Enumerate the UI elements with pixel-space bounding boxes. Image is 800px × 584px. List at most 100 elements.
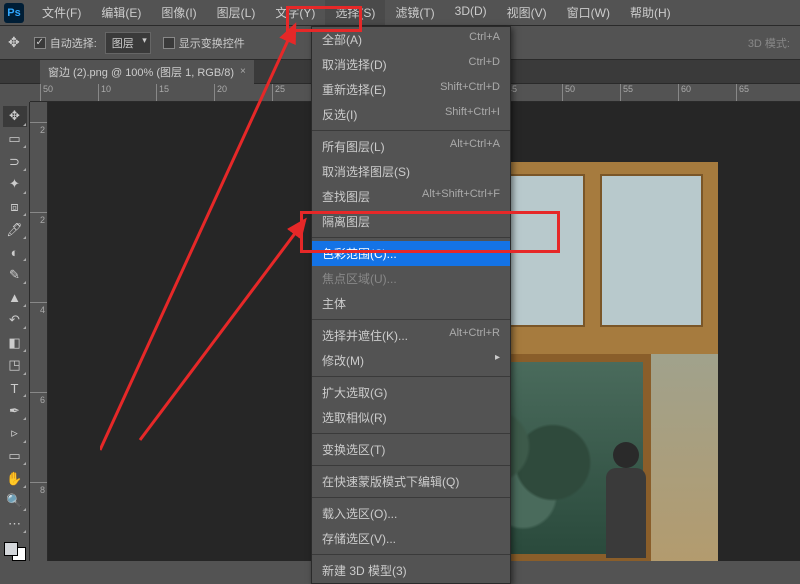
ruler-tick: 8	[30, 482, 47, 495]
menu-item-shortcut: Shift+Ctrl+D	[440, 81, 500, 98]
menu-item-label: 色彩范围(C)...	[322, 245, 397, 262]
tab-title: 窗边 (2).png @ 100% (图层 1, RGB/8)	[48, 64, 234, 80]
move-icon: ✥	[8, 34, 20, 51]
menu-item-0[interactable]: 文件(F)	[32, 0, 91, 25]
menubar: Ps 文件(F)编辑(E)图像(I)图层(L)文字(Y)选择(S)滤镜(T)3D…	[0, 0, 800, 26]
menu-item-shortcut: Alt+Ctrl+A	[450, 138, 500, 155]
select-menu-dropdown: 全部(A) Ctrl+A 取消选择(D)Ctrl+D重新选择(E)Shift+Ctr…	[311, 26, 511, 584]
menu-item-7[interactable]: 3D(D)	[445, 0, 497, 25]
menu-item-8[interactable]: 视图(V)	[497, 0, 557, 25]
healing-tool[interactable]: ◐	[3, 242, 27, 263]
menu-item-label: 反选(I)	[322, 106, 357, 123]
menu-item-17[interactable]: 扩大选取(G)	[312, 380, 510, 405]
hand-tool[interactable]: ✋	[3, 468, 27, 489]
ruler-tick: 60	[678, 84, 691, 101]
shape-tool[interactable]: ▭	[3, 446, 27, 467]
eraser-tool[interactable]: ◧	[3, 332, 27, 353]
toolbar: ✥▭⊃✦⧈🖊◐✎▲↶◧◳T✒▹▭✋🔍⋯	[0, 102, 30, 561]
ruler-tick: 10	[98, 84, 111, 101]
text-tool[interactable]: T	[3, 378, 27, 399]
menu-item-label: 主体	[322, 295, 346, 312]
stamp-tool[interactable]: ▲	[3, 287, 27, 308]
menu-item-label: 全部(A)	[322, 31, 362, 48]
document-tab[interactable]: 窗边 (2).png @ 100% (图层 1, RGB/8) ×	[40, 60, 254, 84]
menu-item-label: 取消选择图层(S)	[322, 163, 410, 180]
foreground-color[interactable]	[4, 542, 18, 556]
menu-item-24[interactable]: 载入选区(O)...	[312, 501, 510, 526]
menu-separator	[312, 237, 510, 238]
menu-item-10[interactable]: 帮助(H)	[620, 0, 681, 25]
ruler-tick: 2	[30, 122, 47, 135]
show-transform-checkbox[interactable]	[163, 37, 175, 49]
crop-tool[interactable]: ⧈	[3, 197, 27, 218]
menu-item-20[interactable]: 变换选区(T)	[312, 437, 510, 462]
menu-item-shortcut: Ctrl+A	[469, 31, 500, 48]
menu-item-22[interactable]: 在快速蒙版模式下编辑(Q)	[312, 469, 510, 494]
ps-logo: Ps	[4, 3, 24, 23]
menu-item-4[interactable]: 文字(Y)	[265, 0, 325, 25]
menu-item-shortcut: Alt+Shift+Ctrl+F	[422, 188, 500, 205]
menu-item-shortcut: Ctrl+D	[469, 56, 500, 73]
menu-item-8[interactable]: 隔离图层	[312, 209, 510, 234]
menu-item-label: 存储选区(V)...	[322, 530, 396, 547]
menu-separator	[312, 465, 510, 466]
menu-item-label: 在快速蒙版模式下编辑(Q)	[322, 473, 459, 490]
history-brush-tool[interactable]: ↶	[3, 310, 27, 331]
auto-select-label: 自动选择:	[50, 35, 97, 51]
menu-item-0[interactable]: 全部(A) Ctrl+A	[312, 27, 510, 52]
more-tool[interactable]: ⋯	[3, 514, 27, 535]
ruler-tick: 65	[736, 84, 749, 101]
menu-item-2[interactable]: 重新选择(E)Shift+Ctrl+D	[312, 77, 510, 102]
menu-item-5[interactable]: 选择(S)	[325, 0, 385, 25]
menu-item-3[interactable]: 图层(L)	[207, 0, 266, 25]
show-transform-label: 显示变换控件	[179, 35, 245, 51]
gradient-tool[interactable]: ◳	[3, 355, 27, 376]
magic-wand-tool[interactable]: ✦	[3, 174, 27, 195]
lasso-tool[interactable]: ⊃	[3, 151, 27, 172]
layer-target-dropdown[interactable]: 图层	[105, 32, 151, 54]
eyedropper-tool[interactable]: 🖊	[3, 219, 27, 240]
move-tool[interactable]: ✥	[3, 106, 27, 127]
ruler-tick: 4	[30, 302, 47, 315]
menu-item-14[interactable]: 选择并遮住(K)...Alt+Ctrl+R	[312, 323, 510, 348]
ruler-tick: 15	[156, 84, 169, 101]
menu-item-5[interactable]: 所有图层(L) Alt+Ctrl+A	[312, 134, 510, 159]
ruler-tick: 55	[620, 84, 633, 101]
pen-tool[interactable]: ✒	[3, 400, 27, 421]
menu-separator	[312, 497, 510, 498]
menu-item-18[interactable]: 选取相似(R)	[312, 405, 510, 430]
menu-item-27[interactable]: 新建 3D 模型(3)	[312, 558, 510, 583]
menu-item-25[interactable]: 存储选区(V)...	[312, 526, 510, 551]
menu-item-label: 所有图层(L)	[322, 138, 385, 155]
menu-item-label: 扩大选取(G)	[322, 384, 387, 401]
path-select-tool[interactable]: ▹	[3, 423, 27, 444]
ruler-tick: 6	[30, 392, 47, 405]
menu-item-10[interactable]: 色彩范围(C)...	[312, 241, 510, 266]
menu-separator	[312, 376, 510, 377]
menu-item-9[interactable]: 窗口(W)	[557, 0, 620, 25]
menu-item-1[interactable]: 编辑(E)	[91, 0, 151, 25]
menu-item-7[interactable]: 查找图层Alt+Shift+Ctrl+F	[312, 184, 510, 209]
marquee-tool[interactable]: ▭	[3, 129, 27, 150]
menu-item-15[interactable]: 修改(M)	[312, 348, 510, 373]
menu-item-label: 新建 3D 模型(3)	[322, 562, 407, 579]
menu-separator	[312, 554, 510, 555]
zoom-tool[interactable]: 🔍	[3, 491, 27, 512]
menu-item-3[interactable]: 反选(I) Shift+Ctrl+I	[312, 102, 510, 127]
menu-item-2[interactable]: 图像(I)	[151, 0, 206, 25]
menu-item-1[interactable]: 取消选择(D)Ctrl+D	[312, 52, 510, 77]
auto-select-checkbox[interactable]	[34, 37, 46, 49]
menu-item-label: 选择并遮住(K)...	[322, 327, 408, 344]
tab-close-icon[interactable]: ×	[240, 66, 246, 77]
menu-item-shortcut: Shift+Ctrl+I	[445, 106, 500, 123]
menu-item-label: 变换选区(T)	[322, 441, 385, 458]
color-swatch[interactable]	[4, 542, 26, 561]
ruler-tick: 20	[214, 84, 227, 101]
brush-tool[interactable]: ✎	[3, 264, 27, 285]
menu-item-label: 载入选区(O)...	[322, 505, 397, 522]
menu-item-6[interactable]: 取消选择图层(S)	[312, 159, 510, 184]
menu-item-6[interactable]: 滤镜(T)	[385, 0, 444, 25]
menu-separator	[312, 319, 510, 320]
mode-3d-label: 3D 模式:	[748, 35, 800, 51]
menu-item-12[interactable]: 主体	[312, 291, 510, 316]
